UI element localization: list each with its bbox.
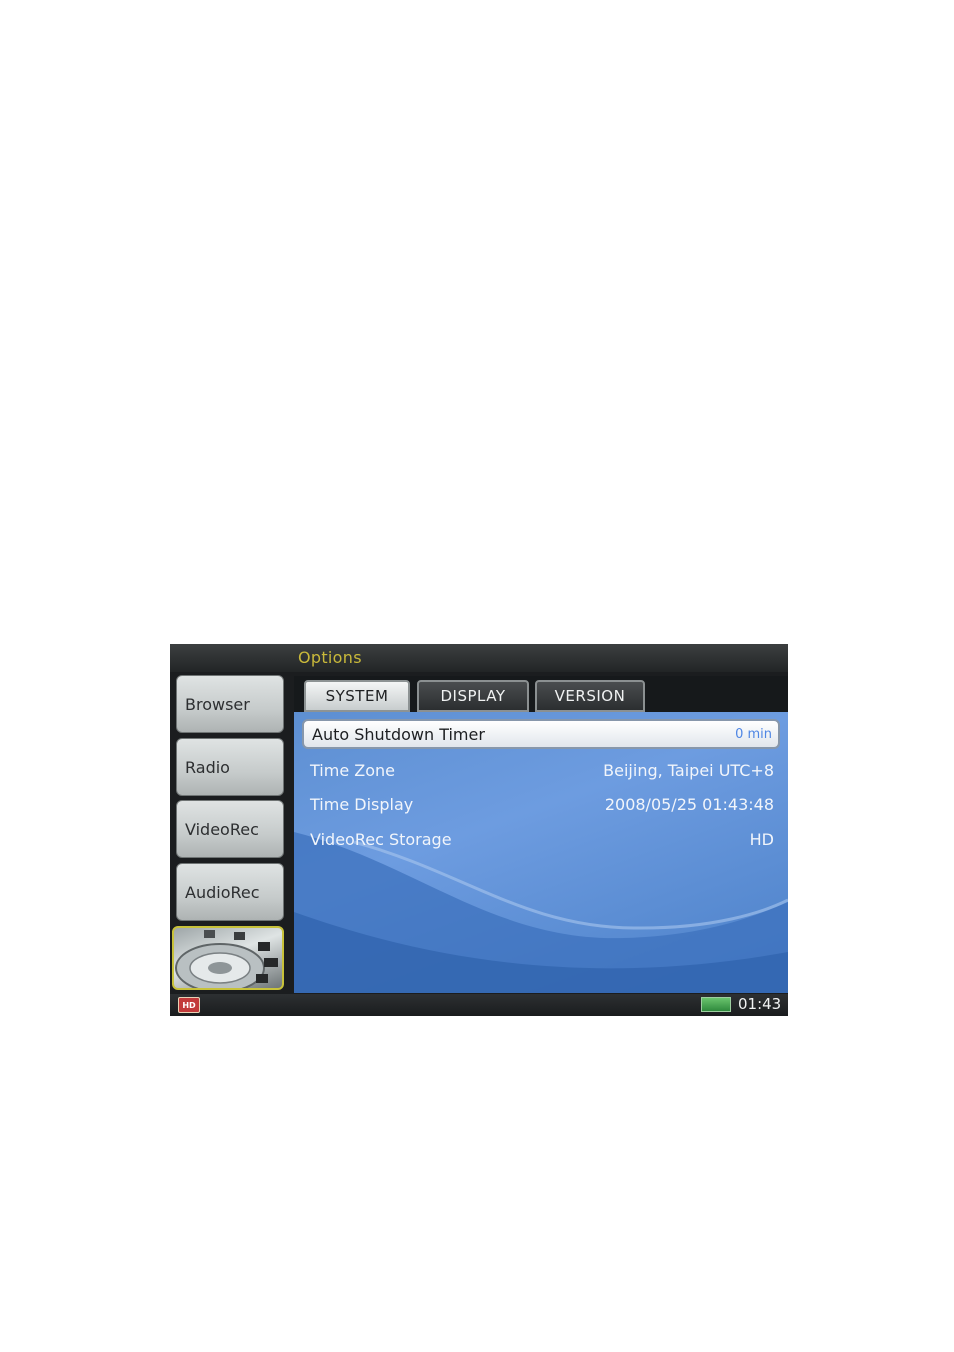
sidebar-item-label: AudioRec <box>185 882 260 902</box>
tab-label: DISPLAY <box>440 687 506 705</box>
settings-panel: Auto Shutdown Timer 0 min Time Zone Beij… <box>294 712 788 993</box>
sidebar-item-browser[interactable]: Browser <box>176 675 284 733</box>
battery-icon <box>701 997 731 1012</box>
title-bar: Options <box>170 644 788 672</box>
tab-label: VERSION <box>554 687 626 705</box>
sidebar-item-label: Browser <box>185 694 250 714</box>
status-bar: HD 01:43 <box>170 994 788 1016</box>
setting-row-time-display[interactable]: Time Display 2008/05/25 01:43:48 <box>302 789 780 819</box>
storage-badge-label: HD <box>182 1000 196 1010</box>
window-title: Options <box>298 648 362 667</box>
tab-display[interactable]: DISPLAY <box>417 680 529 712</box>
sidebar-item-options[interactable] <box>172 926 284 990</box>
status-clock: 01:43 <box>738 995 782 1013</box>
gear-icon <box>175 930 278 988</box>
hd-storage-icon: HD <box>178 997 200 1013</box>
sidebar-item-audiorec[interactable]: AudioRec <box>176 863 284 921</box>
setting-label: VideoRec Storage <box>310 829 452 849</box>
tab-system[interactable]: SYSTEM <box>304 680 410 712</box>
setting-row-time-zone[interactable]: Time Zone Beijing, Taipei UTC+8 <box>302 755 780 785</box>
device-screen: Options Browser Radio VideoRec AudioRec … <box>170 644 788 1016</box>
setting-value: 2008/05/25 01:43:48 <box>604 794 774 814</box>
setting-label: Auto Shutdown Timer <box>312 724 485 744</box>
setting-value: Beijing, Taipei UTC+8 <box>603 760 774 780</box>
sidebar-item-label: VideoRec <box>185 819 259 839</box>
setting-label: Time Display <box>310 794 414 814</box>
setting-row-videorec-storage[interactable]: VideoRec Storage HD <box>302 824 780 854</box>
setting-value: 0 min <box>735 726 772 742</box>
tab-label: SYSTEM <box>325 687 389 705</box>
sidebar-item-radio[interactable]: Radio <box>176 738 284 796</box>
setting-label: Time Zone <box>310 760 395 780</box>
setting-value: HD <box>749 829 774 849</box>
sidebar-item-label: Radio <box>185 757 230 777</box>
tab-version[interactable]: VERSION <box>535 680 645 712</box>
options-content: SYSTEM DISPLAY VERSION Auto Shutdown Tim… <box>294 676 788 993</box>
setting-row-auto-shutdown-timer[interactable]: Auto Shutdown Timer 0 min <box>302 719 780 749</box>
sidebar-item-videorec[interactable]: VideoRec <box>176 800 284 858</box>
